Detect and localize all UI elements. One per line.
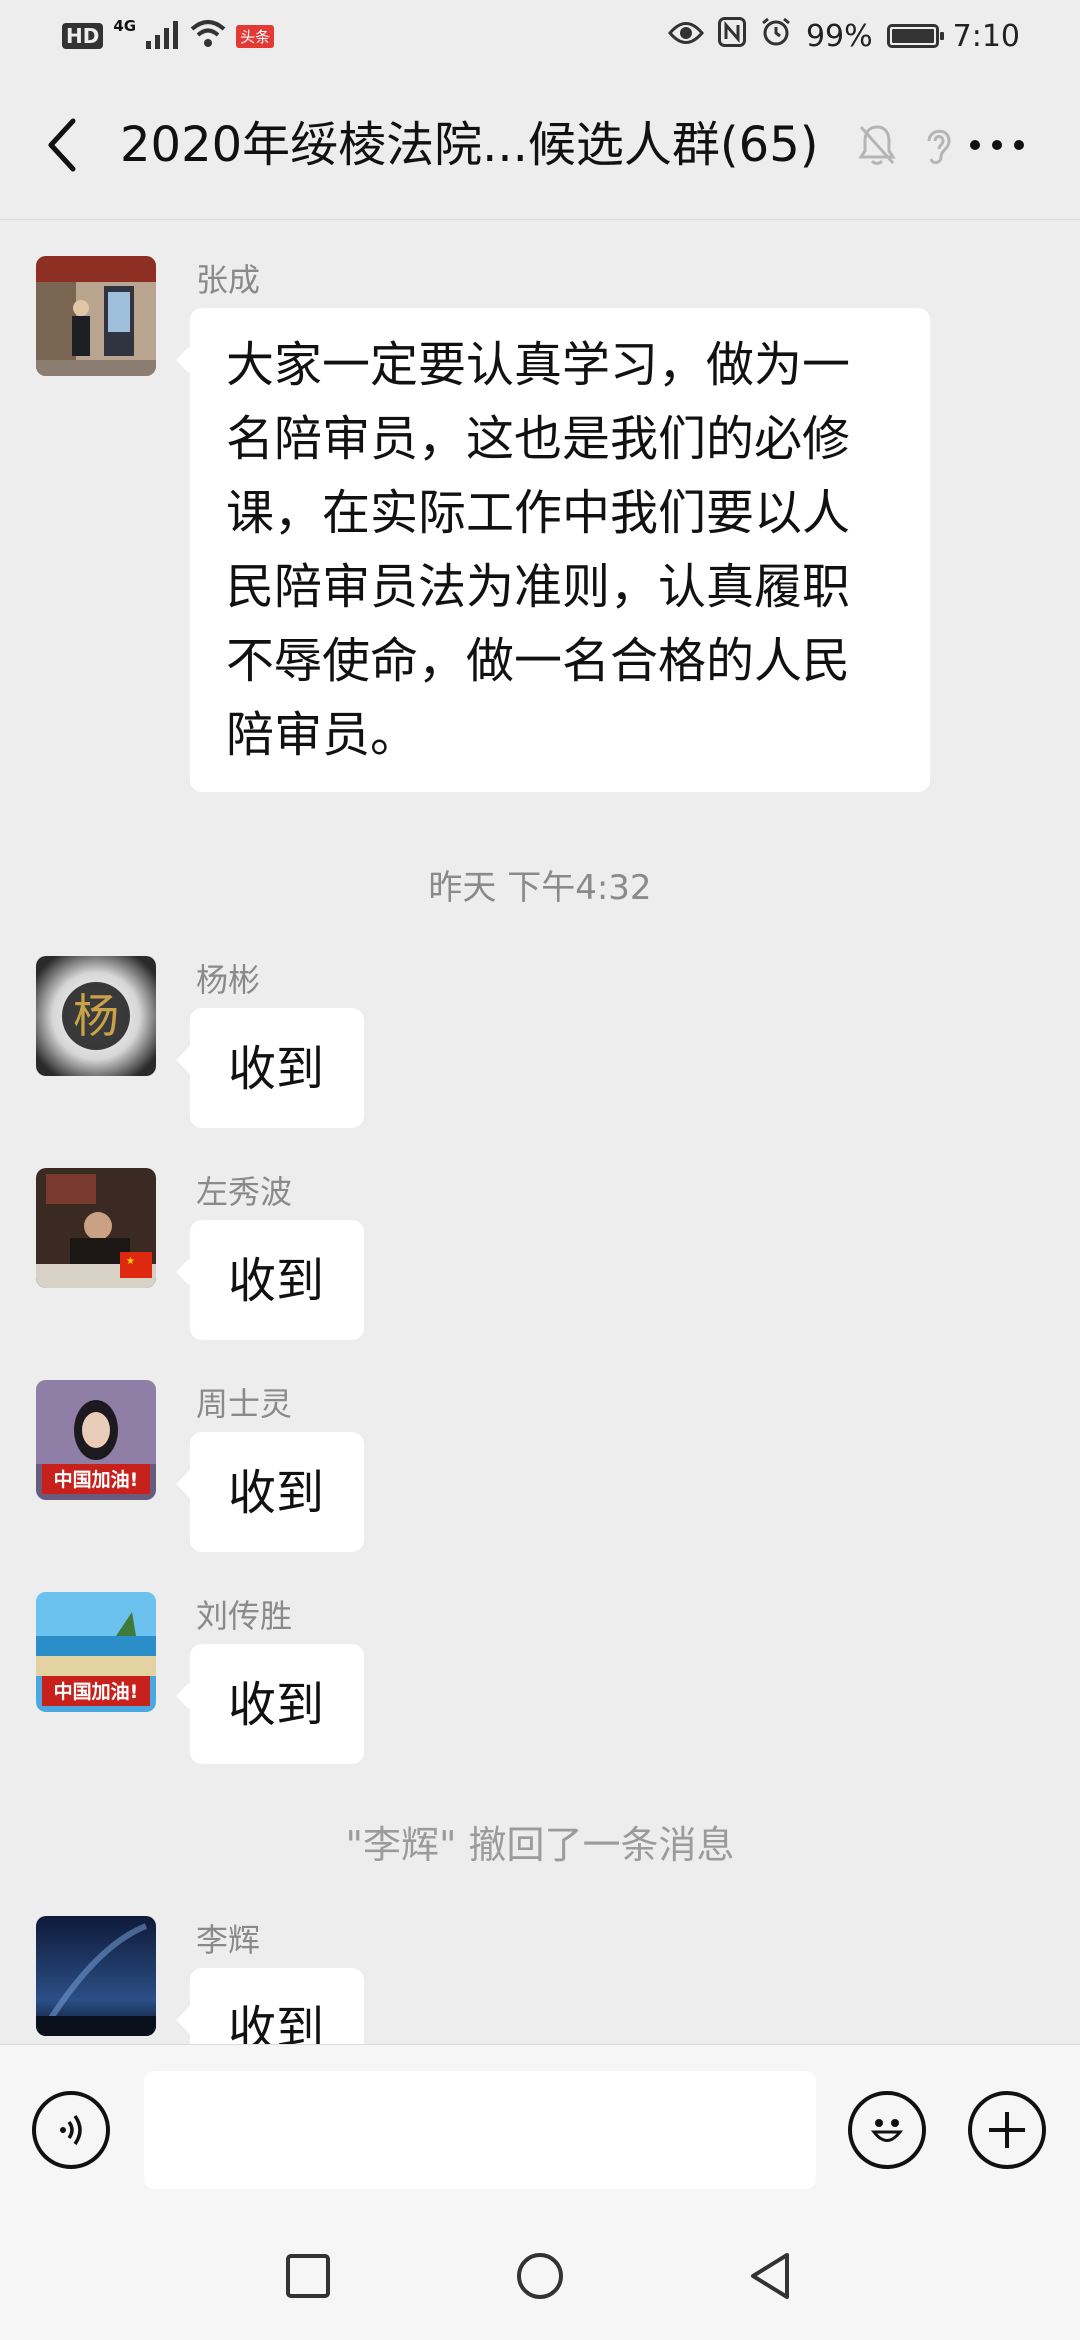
sender-name: 张成 <box>196 261 261 299</box>
voice-button[interactable] <box>32 2091 110 2169</box>
message-text: 收到 <box>228 2001 325 2044</box>
avatar[interactable]: 杨 <box>36 956 156 1076</box>
timestamp: 昨天 下午4:32 <box>428 868 652 908</box>
status-bar: HD 4G 头条 99% 7:10 <box>0 0 1080 72</box>
message-text-line: 课，在实际工作中我们要以人 <box>226 485 851 541</box>
message-item: 李辉 收到 <box>0 1916 1080 2044</box>
eye-icon <box>667 19 704 54</box>
sender-name: 杨彬 <box>196 961 261 999</box>
earpiece-mode-indicator <box>908 116 966 174</box>
bell-off-icon <box>858 125 896 165</box>
message-bubble[interactable]: 收到 <box>176 1432 364 1552</box>
signal-icon <box>146 19 180 53</box>
battery-icon <box>886 24 944 48</box>
message-item: 杨 杨彬 收到 <box>0 956 1080 1128</box>
message-text: 收到 <box>228 1677 325 1733</box>
avatar-banner-text: 中国加油! <box>54 1468 139 1491</box>
message-item: 中国加油! 刘传胜 收到 <box>0 1592 1080 1764</box>
message-bubble[interactable]: 收到 <box>176 1644 364 1764</box>
system-navigation-bar <box>0 2214 1080 2340</box>
message-item: ★ 左秀波 收到 <box>0 1168 1080 1340</box>
circle-icon <box>517 2253 563 2299</box>
message-text: 收到 <box>228 1253 325 1309</box>
chat-title: 2020年绥棱法院...候选人群(65) <box>120 117 819 173</box>
home-button[interactable] <box>510 2246 570 2306</box>
ear-icon <box>927 129 951 165</box>
sender-name: 李辉 <box>196 1921 261 1959</box>
nfc-icon <box>717 17 746 55</box>
message-bubble[interactable]: 收到 <box>176 1968 364 2044</box>
message-text-line: 名陪审员，这也是我们的必修 <box>226 411 851 467</box>
status-left: HD 4G 头条 <box>62 16 275 56</box>
message-input[interactable] <box>144 2071 816 2189</box>
back-nav-button[interactable] <box>740 2246 800 2306</box>
sender-name: 左秀波 <box>196 1173 293 1211</box>
triangle-back-icon <box>751 2253 789 2299</box>
message-text-line: 不辱使命，做一名合格的人民 <box>226 633 851 689</box>
square-icon <box>286 2254 330 2298</box>
message-text: 收到 <box>228 1041 325 1097</box>
message-list[interactable]: 张成 大家一定要认真学习，做为一 名陪审员，这也是我们的必修 课，在实际工作中我… <box>0 220 1080 2044</box>
alarm-icon <box>760 16 792 56</box>
sender-name: 刘传胜 <box>196 1597 293 1635</box>
more-dots-icon <box>970 140 1024 150</box>
back-button[interactable] <box>34 112 90 178</box>
recent-apps-button[interactable] <box>278 2246 338 2306</box>
message-bubble[interactable]: 收到 <box>176 1220 364 1340</box>
app-notification-badge: 头条 <box>236 24 275 48</box>
message-text-line: 民陪审员法为准则，认真履职 <box>226 559 851 615</box>
more-functions-button[interactable] <box>968 2091 1046 2169</box>
chevron-left-icon <box>48 118 76 172</box>
mute-indicator <box>848 116 906 174</box>
message-item: 中国加油! 周士灵 收到 <box>0 1380 1080 1552</box>
message-bubble[interactable]: 收到 <box>176 1008 364 1128</box>
avatar[interactable] <box>36 256 156 376</box>
message-item: 张成 大家一定要认真学习，做为一 名陪审员，这也是我们的必修 课，在实际工作中我… <box>0 256 1080 816</box>
svg-text:★: ★ <box>126 1256 135 1267</box>
avatar[interactable] <box>36 1916 156 2036</box>
sender-name: 周士灵 <box>196 1385 293 1423</box>
voice-icon <box>60 2114 82 2146</box>
wifi-icon <box>190 19 226 53</box>
chat-header: 2020年绥棱法院...候选人群(65) <box>0 72 1080 220</box>
input-bar <box>0 2044 1080 2214</box>
message-text-line: 大家一定要认真学习，做为一 <box>226 337 851 393</box>
emoji-button[interactable] <box>848 2091 926 2169</box>
status-right: 99% 7:10 <box>667 16 1020 56</box>
message-text: 收到 <box>228 1465 325 1521</box>
hd-indicator: HD <box>62 23 104 49</box>
avatar[interactable]: 中国加油! <box>36 1380 156 1500</box>
network-indicator: 4G <box>113 17 137 35</box>
avatar-glyph: 杨 <box>73 989 119 1043</box>
recall-notice: "李辉" 撤回了一条消息 <box>345 1823 735 1867</box>
avatar[interactable]: ★ <box>36 1168 156 1288</box>
plus-icon <box>989 2112 1025 2148</box>
avatar-banner-text: 中国加油! <box>54 1680 139 1703</box>
more-button[interactable] <box>964 116 1030 174</box>
message-bubble[interactable]: 大家一定要认真学习，做为一 名陪审员，这也是我们的必修 课，在实际工作中我们要以… <box>176 308 930 792</box>
message-text-line: 陪审员。 <box>226 707 419 763</box>
avatar[interactable]: 中国加油! <box>36 1592 156 1712</box>
clock: 7:10 <box>952 18 1020 54</box>
emoji-icon <box>870 2119 904 2142</box>
battery-percentage: 99% <box>805 18 873 54</box>
